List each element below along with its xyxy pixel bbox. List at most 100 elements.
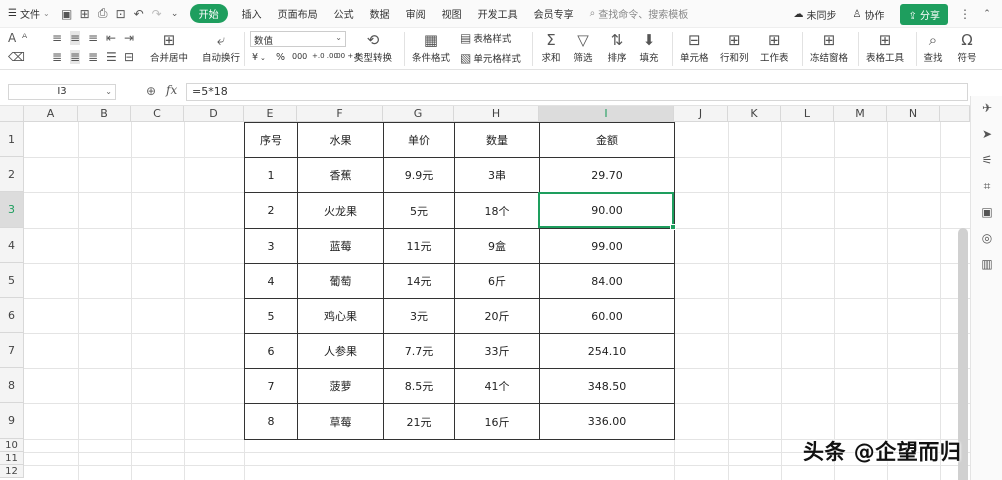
table-cell[interactable]: 5元: [383, 192, 455, 229]
table-cell[interactable]: 3串: [454, 157, 540, 193]
cell-button[interactable]: ⊟ 单元格: [680, 30, 709, 64]
symbol-button[interactable]: Ω 符号: [956, 30, 978, 64]
share-button[interactable]: ⇪ 分享: [900, 3, 948, 25]
table-cell[interactable]: 6斤: [454, 263, 540, 299]
tab-data[interactable]: 数据: [362, 6, 398, 21]
more-options-icon[interactable]: ⋮: [956, 5, 974, 23]
col-header-l[interactable]: L: [781, 106, 834, 122]
select-all-corner[interactable]: [0, 106, 24, 122]
fill-button[interactable]: ⬇ 填充: [638, 30, 660, 64]
table-cell[interactable]: 草莓: [297, 403, 384, 440]
file-menu[interactable]: ☰ 文件 ⌄: [0, 6, 58, 21]
col-header-g[interactable]: G: [383, 106, 454, 122]
row-header-7[interactable]: 7: [0, 333, 24, 368]
undo-icon[interactable]: ↶: [130, 5, 148, 23]
location-icon[interactable]: ◎: [979, 230, 995, 246]
col-header-e[interactable]: E: [244, 106, 297, 122]
eraser-icon[interactable]: ⌫: [8, 50, 25, 64]
tab-insert[interactable]: 插入: [234, 6, 270, 21]
settings-sliders-icon[interactable]: ⚟: [979, 152, 995, 168]
table-cell[interactable]: 蓝莓: [297, 228, 384, 264]
number-format-select[interactable]: 数值 ⌄: [250, 31, 346, 47]
table-cell[interactable]: 33斤: [454, 333, 540, 369]
row-header-2[interactable]: 2: [0, 157, 24, 192]
currency-button[interactable]: ¥ ⌄: [252, 52, 266, 63]
collapse-ribbon-icon[interactable]: ⌃: [978, 5, 996, 23]
table-cell[interactable]: 香蕉: [297, 157, 384, 193]
spreadsheet-grid[interactable]: A B C D E F G H I J K L M N 1 2 3 4 5 6 …: [0, 106, 970, 480]
table-cell[interactable]: 1: [244, 157, 298, 193]
print-preview-icon[interactable]: ⊡: [112, 5, 130, 23]
conditional-format-button[interactable]: ▦ 条件格式: [412, 30, 450, 64]
col-header-j[interactable]: J: [674, 106, 728, 122]
justify-icon[interactable]: ☰: [106, 50, 117, 64]
row-header-9[interactable]: 9: [0, 403, 24, 439]
table-cell[interactable]: 84.00: [539, 263, 675, 299]
align-middle-icon[interactable]: ≡: [70, 31, 81, 45]
row-header-3[interactable]: 3: [0, 192, 24, 228]
wrap-text-button[interactable]: ⤶ 自动换行: [202, 30, 240, 64]
table-cell[interactable]: 9盒: [454, 228, 540, 264]
export-icon[interactable]: ⊞: [76, 5, 94, 23]
table-cell[interactable]: 21元: [383, 403, 455, 440]
col-header-c[interactable]: C: [131, 106, 184, 122]
table-cell[interactable]: 4: [244, 263, 298, 299]
indent-decrease-icon[interactable]: ⇤: [106, 31, 116, 45]
table-cell[interactable]: 14元: [383, 263, 455, 299]
col-header-f[interactable]: F: [297, 106, 383, 122]
sort-button[interactable]: ⇅ 排序: [606, 30, 628, 64]
table-cell[interactable]: 2: [244, 192, 298, 229]
indent-increase-icon[interactable]: ⇥: [124, 31, 134, 45]
cursor-select-icon[interactable]: ➤: [979, 126, 995, 142]
backup-icon[interactable]: ▣: [979, 204, 995, 220]
find-button[interactable]: ⌕ 查找: [922, 30, 944, 64]
table-cell[interactable]: 7: [244, 368, 298, 404]
tab-view[interactable]: 视图: [434, 6, 470, 21]
tab-developer[interactable]: 开发工具: [470, 6, 526, 21]
save-icon[interactable]: ▣: [58, 5, 76, 23]
align-top-icon[interactable]: ≡: [52, 31, 62, 45]
more-chevron-icon[interactable]: ⌄: [166, 5, 184, 23]
table-cell[interactable]: 菠萝: [297, 368, 384, 404]
table-cell[interactable]: 11元: [383, 228, 455, 264]
row-header-6[interactable]: 6: [0, 298, 24, 333]
col-header-m[interactable]: M: [834, 106, 887, 122]
sync-status[interactable]: ☁ 未同步: [785, 7, 844, 22]
table-cell[interactable]: 鸡心果: [297, 298, 384, 334]
table-style-button[interactable]: ▤ 表格样式: [460, 31, 511, 45]
align-right-icon[interactable]: ≣: [88, 50, 98, 64]
row-header-4[interactable]: 4: [0, 228, 24, 263]
table-cell[interactable]: 348.50: [539, 368, 675, 404]
fill-handle[interactable]: [670, 224, 676, 230]
table-cell[interactable]: 火龙果: [297, 192, 384, 229]
table-cell[interactable]: 8.5元: [383, 368, 455, 404]
header-cell[interactable]: 数量: [454, 122, 540, 158]
function-icon[interactable]: fx: [166, 83, 177, 97]
row-header-5[interactable]: 5: [0, 263, 24, 298]
table-tools-button[interactable]: ⊞ 表格工具: [866, 30, 904, 64]
distribute-icon[interactable]: ⊟: [124, 50, 134, 64]
header-cell[interactable]: 水果: [297, 122, 384, 158]
header-cell[interactable]: 金额: [539, 122, 675, 158]
row-header-1[interactable]: 1: [0, 122, 24, 157]
table-cell[interactable]: 3: [244, 228, 298, 264]
worksheet-button[interactable]: ⊞ 工作表: [760, 30, 789, 64]
freeze-panes-button[interactable]: ⊞ 冻结窗格: [810, 30, 848, 64]
tab-home[interactable]: 开始: [189, 4, 228, 23]
collab-button[interactable]: ♙ 协作: [844, 7, 892, 22]
font-size-increase-icon[interactable]: A: [8, 31, 16, 45]
pin-icon[interactable]: ✈: [979, 100, 995, 116]
type-convert-button[interactable]: ⟲ 类型转换: [354, 30, 392, 64]
formula-input[interactable]: =5*18: [186, 83, 968, 101]
table-cell[interactable]: 60.00: [539, 298, 675, 334]
sum-button[interactable]: Σ 求和: [540, 30, 562, 64]
tab-page-layout[interactable]: 页面布局: [270, 6, 326, 21]
col-header-h[interactable]: H: [454, 106, 539, 122]
col-header-n[interactable]: N: [887, 106, 940, 122]
thousands-button[interactable]: 000: [292, 52, 307, 61]
row-header-12[interactable]: 12: [0, 465, 24, 478]
percent-button[interactable]: %: [276, 52, 285, 63]
table-cell[interactable]: 6: [244, 333, 298, 369]
tab-formula[interactable]: 公式: [326, 6, 362, 21]
print-icon[interactable]: ⎙: [94, 5, 112, 23]
